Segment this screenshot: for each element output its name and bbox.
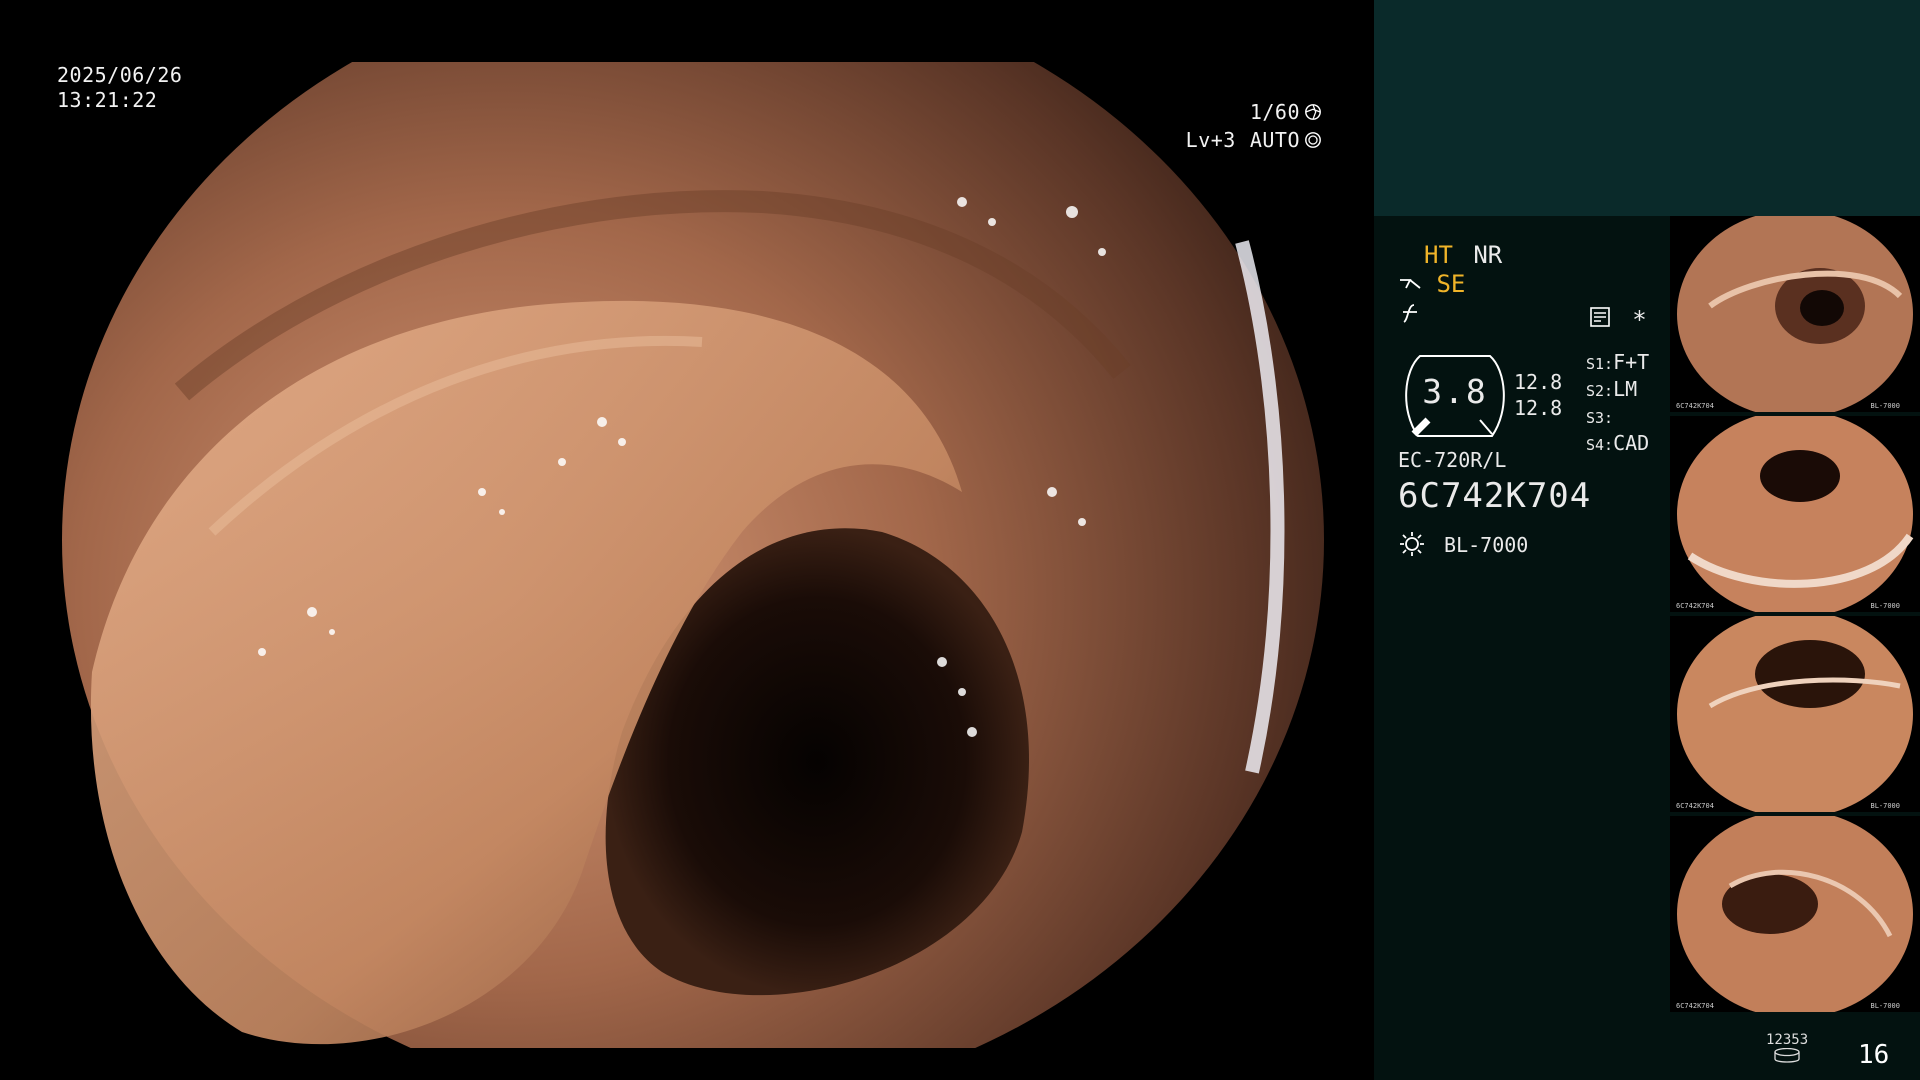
endoscope-view: 2025/06/26 13:21:22 1/60 Lv+3 AUTO (0, 0, 1374, 1080)
thumbnail-image (1677, 616, 1913, 812)
date-text: 2025/06/26 (57, 63, 183, 87)
storage-count: 12353 (1766, 1032, 1809, 1048)
thumbnail-image (1677, 416, 1914, 612)
panel-header-area (1374, 0, 1920, 216)
thumbnail-label: 6C742K704 (1676, 602, 1714, 610)
thumbnail-source: BL-7000 (1870, 1002, 1900, 1010)
thumbnail-image (1677, 816, 1913, 1012)
colon-image-graphic (62, 62, 1324, 1048)
value-top: 12.8 (1514, 370, 1563, 394)
scope-model: EC-720R/L (1398, 448, 1507, 472)
value-bottom: 12.8 (1514, 396, 1563, 420)
light-source-text: BL-7000 (1444, 533, 1529, 557)
mode-text: AUTO (1249, 127, 1300, 152)
thumbnail-source: BL-7000 (1870, 802, 1900, 810)
thumbnail-1[interactable]: 6C742K704 BL-7000 (1670, 216, 1920, 412)
setting-s2-value: LM (1613, 377, 1638, 401)
thumbnail-label: 6C742K704 (1676, 1002, 1714, 1010)
setting-s1-value: F+T (1613, 350, 1650, 374)
gauge-value: 3.8 (1422, 372, 1488, 411)
zoom-gauge: 3.8 (1400, 350, 1510, 442)
setting-s3-key: S3: (1586, 409, 1614, 427)
level-text: Lv+3 (1185, 127, 1236, 152)
thumbnail-source: BL-7000 (1870, 402, 1900, 410)
setting-s4-value: CAD (1613, 431, 1650, 455)
se-indicator: SE (1436, 270, 1466, 298)
scope-serial: 6C742K704 (1398, 476, 1592, 516)
ht-indicator: HT (1424, 241, 1453, 269)
asterisk-indicator: * (1632, 306, 1647, 334)
setting-s4-key: S4: (1586, 436, 1614, 454)
info-panel: HT NR SE * 3.8 12.8 12.8 S1:F+T S2:LM S3… (1374, 0, 1920, 1080)
storage-icon (1774, 1047, 1800, 1063)
storage-indicator: 12353 (1766, 1032, 1808, 1068)
thumbnail-label: 6C742K704 (1676, 802, 1714, 810)
thumbnail-label: 6C742K704 (1676, 402, 1714, 410)
light-source-icon (1400, 532, 1424, 556)
shutter-text: 1/60 (1249, 99, 1300, 124)
thumbnail-4[interactable]: 6C742K704 BL-7000 (1670, 816, 1920, 1012)
thumbnail-source: BL-7000 (1870, 602, 1900, 610)
setting-s3: S3: (1586, 404, 1649, 431)
thumbnail-2[interactable]: 6C742K704 BL-7000 (1670, 416, 1920, 612)
setting-s4: S4:CAD (1586, 431, 1649, 458)
nr-indicator: NR (1473, 241, 1503, 269)
setting-s1-key: S1: (1586, 355, 1614, 373)
thumbnail-3[interactable]: 6C742K704 BL-7000 (1670, 616, 1920, 812)
structure-enhance-icon (1400, 279, 1421, 289)
document-icon (1590, 307, 1610, 327)
thumbnail-image (1677, 216, 1913, 412)
date-time-display: 2025/06/26 13:21:22 (57, 63, 182, 113)
endoscope-image (62, 62, 1324, 1048)
exposure-display: 1/60 Lv+3 AUTO (1186, 98, 1322, 154)
setting-s2-key: S2: (1586, 382, 1614, 400)
filter-icon (1403, 304, 1417, 323)
setting-s1: S1:F+T (1586, 350, 1649, 377)
setting-s2: S2:LM (1586, 377, 1649, 404)
frame-count: 16 (1858, 1040, 1890, 1070)
iris-icon (1305, 132, 1321, 148)
shutter-icon (1305, 104, 1321, 120)
time-text: 13:21:22 (57, 88, 158, 112)
